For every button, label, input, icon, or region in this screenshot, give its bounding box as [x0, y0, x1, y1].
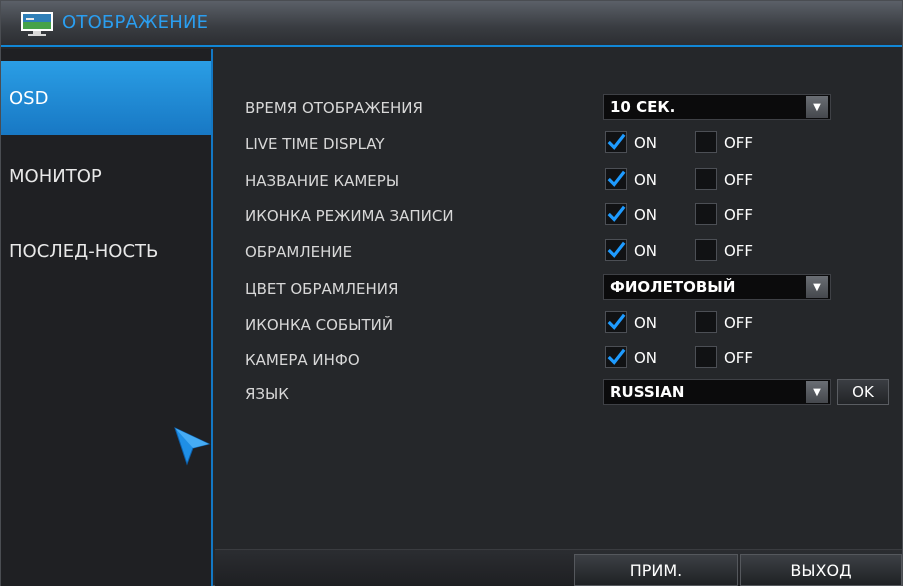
checkmark-icon — [607, 241, 626, 258]
record-mode-icon-label: ИКОНКА РЕЖИМА ЗАПИСИ — [245, 207, 454, 225]
on-label: ON — [634, 314, 658, 332]
on-label: ON — [634, 242, 658, 260]
event-icon-off-checkbox[interactable] — [695, 311, 717, 333]
border-off-checkbox[interactable] — [695, 239, 717, 261]
sidebar-item-monitor[interactable]: МОНИТОР — [1, 139, 211, 213]
checkmark-icon — [607, 205, 626, 222]
border-on-checkbox[interactable] — [605, 239, 627, 261]
dropdown-arrow-icon: ▼ — [806, 96, 828, 118]
off-label: OFF — [724, 134, 754, 152]
off-label: OFF — [724, 171, 754, 189]
sidebar: OSD МОНИТОР ПОСЛЕД-НОСТЬ — [1, 49, 213, 586]
camera-name-off-checkbox[interactable] — [695, 168, 717, 190]
sidebar-item-label: ПОСЛЕД-НОСТЬ — [9, 240, 159, 262]
apply-button[interactable]: ПРИМ. — [574, 554, 738, 586]
language-value: RUSSIAN — [610, 383, 685, 401]
sidebar-item-sequence[interactable]: ПОСЛЕД-НОСТЬ — [1, 214, 211, 288]
display-time-label: ВРЕМЯ ОТОБРАЖЕНИЯ — [245, 99, 423, 117]
osd-settings-window: ОТОБРАЖЕНИЕ OSD МОНИТОР ПОСЛЕД-НОСТЬ ВРЕ… — [0, 0, 903, 586]
off-label: OFF — [724, 242, 754, 260]
live-time-display-on-checkbox[interactable] — [605, 131, 627, 153]
border-label: ОБРАМЛЕНИЕ — [245, 243, 353, 261]
settings-panel: ВРЕМЯ ОТОБРАЖЕНИЯ 10 СЕК. ▼ LIVE TIME DI… — [215, 49, 902, 586]
dropdown-arrow-icon: ▼ — [806, 276, 828, 298]
event-icon-label: ИКОНКА СОБЫТИЙ — [245, 316, 394, 334]
camera-name-label: НАЗВАНИЕ КАМЕРЫ — [245, 172, 400, 190]
on-label: ON — [634, 349, 658, 367]
sidebar-item-label: МОНИТОР — [9, 165, 102, 187]
checkmark-icon — [607, 348, 626, 365]
display-time-value: 10 СЕК. — [610, 98, 676, 116]
camera-info-off-checkbox[interactable] — [695, 346, 717, 368]
sidebar-item-label: OSD — [9, 87, 49, 109]
language-ok-button[interactable]: OK — [837, 379, 889, 405]
display-time-dropdown[interactable]: 10 СЕК. ▼ — [603, 94, 831, 120]
off-label: OFF — [724, 206, 754, 224]
camera-info-label: КАМЕРА ИНФО — [245, 351, 360, 369]
checkmark-icon — [607, 133, 626, 150]
border-color-label: ЦВЕТ ОБРАМЛЕНИЯ — [245, 280, 399, 298]
exit-button[interactable]: ВЫХОД — [740, 554, 902, 586]
record-mode-icon-on-checkbox[interactable] — [605, 203, 627, 225]
camera-info-on-checkbox[interactable] — [605, 346, 627, 368]
off-label: OFF — [724, 349, 754, 367]
live-time-display-label: LIVE TIME DISPLAY — [245, 135, 385, 153]
title-bar: ОТОБРАЖЕНИЕ — [1, 1, 902, 47]
on-label: ON — [634, 171, 658, 189]
on-label: ON — [634, 134, 658, 152]
record-mode-icon-off-checkbox[interactable] — [695, 203, 717, 225]
camera-name-on-checkbox[interactable] — [605, 168, 627, 190]
dropdown-arrow-icon: ▼ — [806, 381, 828, 403]
off-label: OFF — [724, 314, 754, 332]
mouse-cursor-icon — [174, 427, 211, 466]
sidebar-item-osd[interactable]: OSD — [1, 61, 211, 135]
checkmark-icon — [607, 170, 626, 187]
live-time-display-off-checkbox[interactable] — [695, 131, 717, 153]
language-label: ЯЗЫК — [245, 385, 289, 403]
on-label: ON — [634, 206, 658, 224]
event-icon-on-checkbox[interactable] — [605, 311, 627, 333]
language-dropdown[interactable]: RUSSIAN ▼ — [603, 379, 831, 405]
window-title: ОТОБРАЖЕНИЕ — [62, 12, 209, 33]
border-color-value: ФИОЛЕТОВЫЙ — [610, 278, 736, 296]
border-color-dropdown[interactable]: ФИОЛЕТОВЫЙ ▼ — [603, 274, 831, 300]
checkmark-icon — [607, 313, 626, 330]
monitor-icon — [21, 12, 53, 36]
